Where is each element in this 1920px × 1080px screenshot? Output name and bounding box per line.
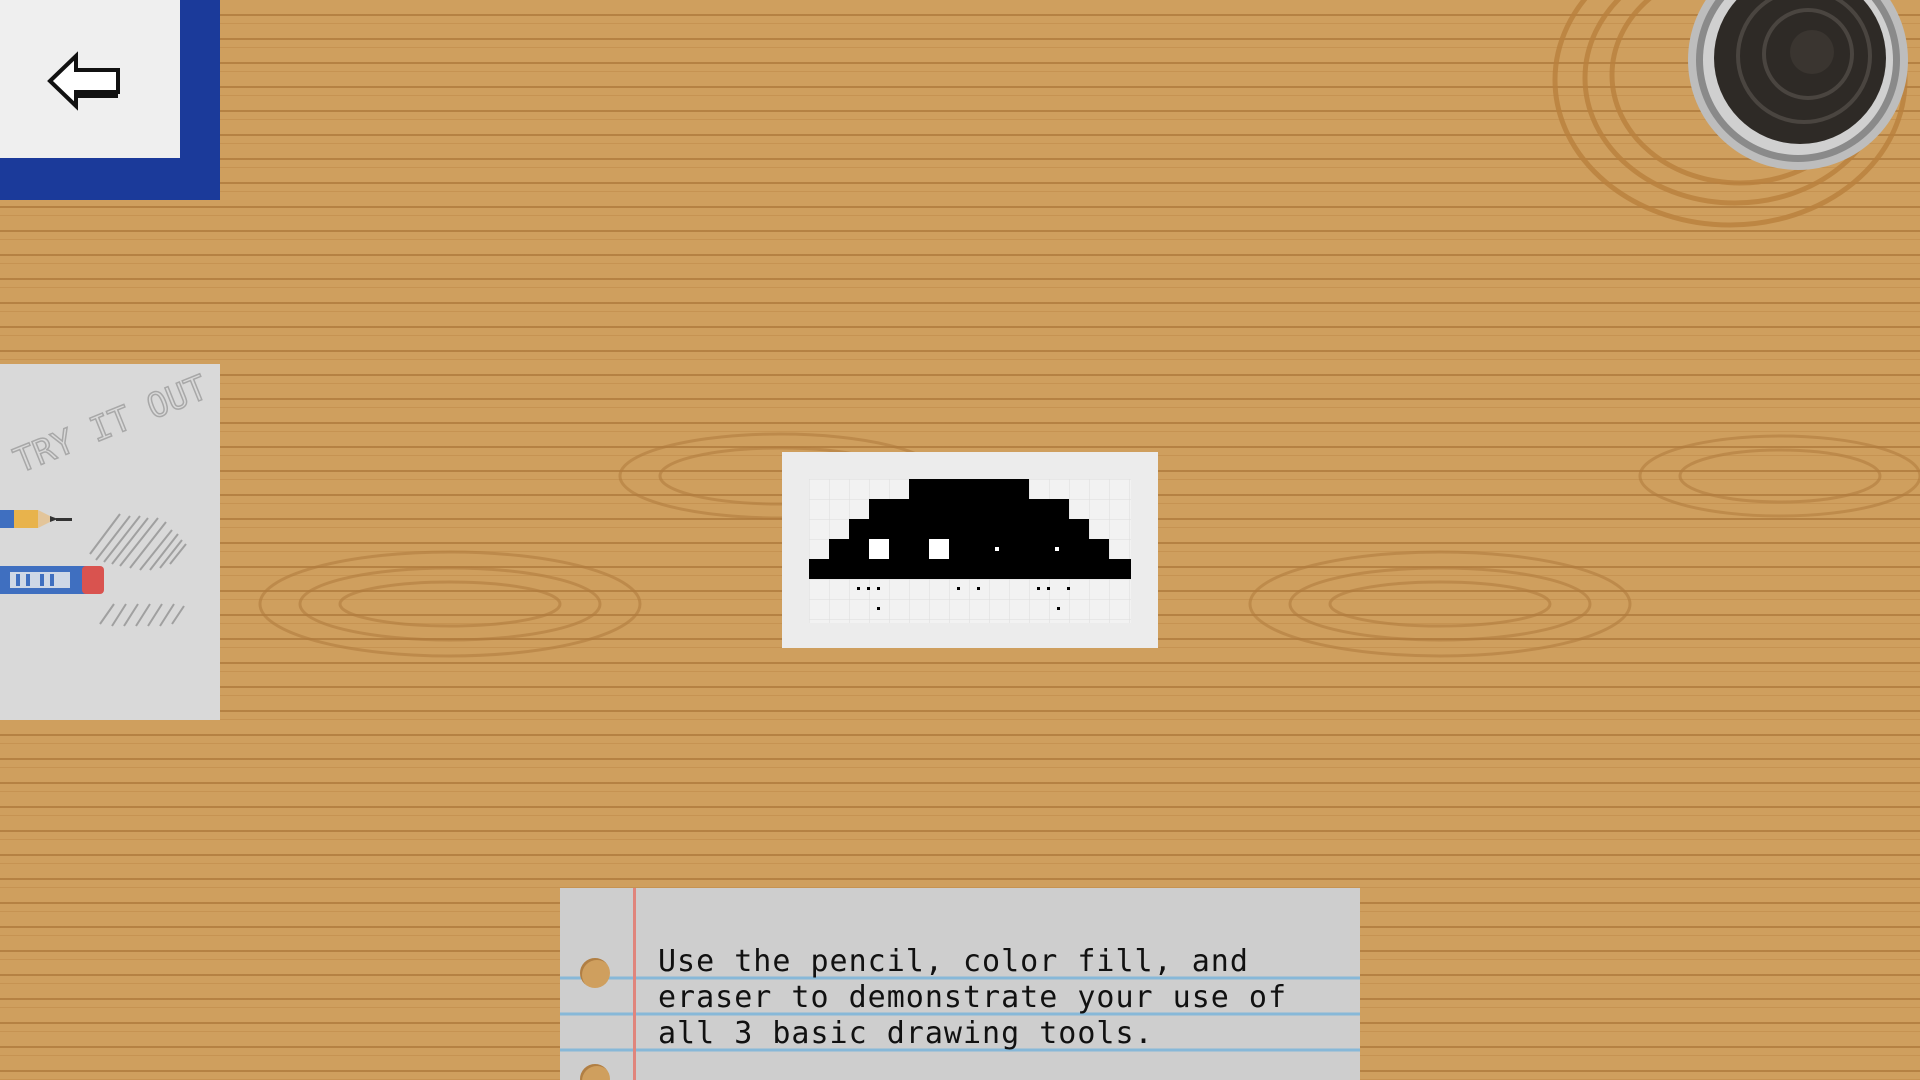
margin-line	[633, 888, 636, 1080]
coffee-cup-icon	[1552, 0, 1908, 228]
binder-hole	[580, 958, 610, 988]
instruction-text: Use the pencil, color fill, and eraser t…	[658, 944, 1288, 1051]
level-thumbnail-card[interactable]	[782, 452, 1158, 648]
eraser-icon	[0, 566, 104, 594]
back-button[interactable]	[0, 0, 220, 200]
pixel-puzzle-thumbnail	[809, 479, 1131, 623]
instruction-notebook-paper: Use the pencil, color fill, and eraser t…	[560, 888, 1360, 1080]
try-it-out-label: TRY IT OUT	[8, 368, 213, 482]
pencil-icon	[0, 510, 72, 528]
try-it-out-illustration: TRY IT OUT	[8, 367, 214, 627]
arrow-left-icon	[47, 51, 120, 111]
try-it-out-card[interactable]: TRY IT OUT	[0, 364, 220, 720]
